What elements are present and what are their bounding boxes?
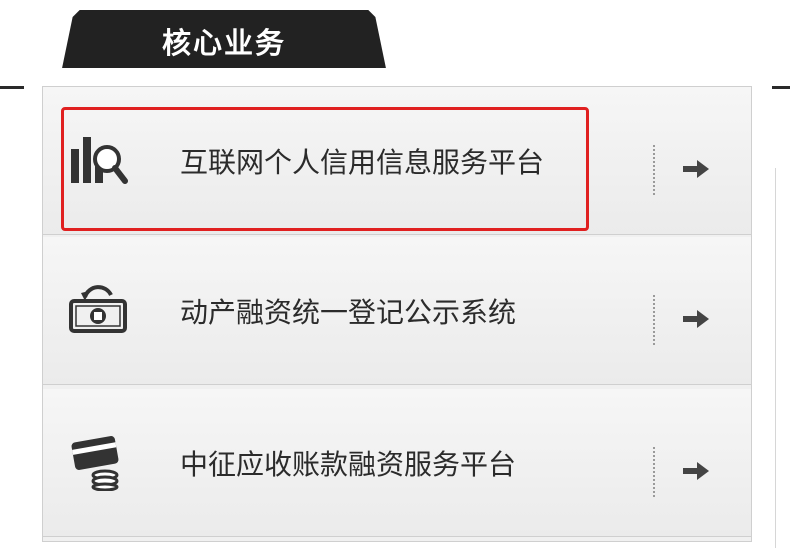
page-top-rule [0, 86, 24, 89]
card-coins-icon [71, 436, 119, 491]
row-divider [653, 145, 655, 195]
service-item-movable-property-registry[interactable]: 动产融资统一登记公示系统 [43, 237, 751, 385]
section-tab: 核心业务 [48, 10, 400, 70]
arrow-right-icon[interactable] [681, 159, 711, 179]
row-divider [653, 295, 655, 345]
service-label: 中征应收账款融资服务平台 [180, 448, 517, 481]
service-item-credit-platform[interactable]: 互联网个人信用信息服务平台 [43, 87, 751, 235]
arrow-right-icon[interactable] [681, 309, 711, 329]
money-cycle-icon [69, 285, 127, 333]
row-divider [653, 447, 655, 497]
arrow-right-icon[interactable] [681, 461, 711, 481]
section-title: 核心业务 [161, 26, 286, 60]
service-item-receivables-financing[interactable]: 中征应收账款融资服务平台 [43, 389, 751, 537]
service-label: 互联网个人信用信息服务平台 [180, 146, 545, 179]
credit-chart-search-icon [71, 137, 128, 184]
service-label: 动产融资统一登记公示系统 [180, 296, 517, 329]
page-side-rule [775, 168, 776, 548]
page-top-rule-right [772, 86, 790, 89]
core-business-panel: 互联网个人信用信息服务平台 动产融资统一登记公示系统 中征应收账款融资服务平台 [42, 86, 752, 542]
